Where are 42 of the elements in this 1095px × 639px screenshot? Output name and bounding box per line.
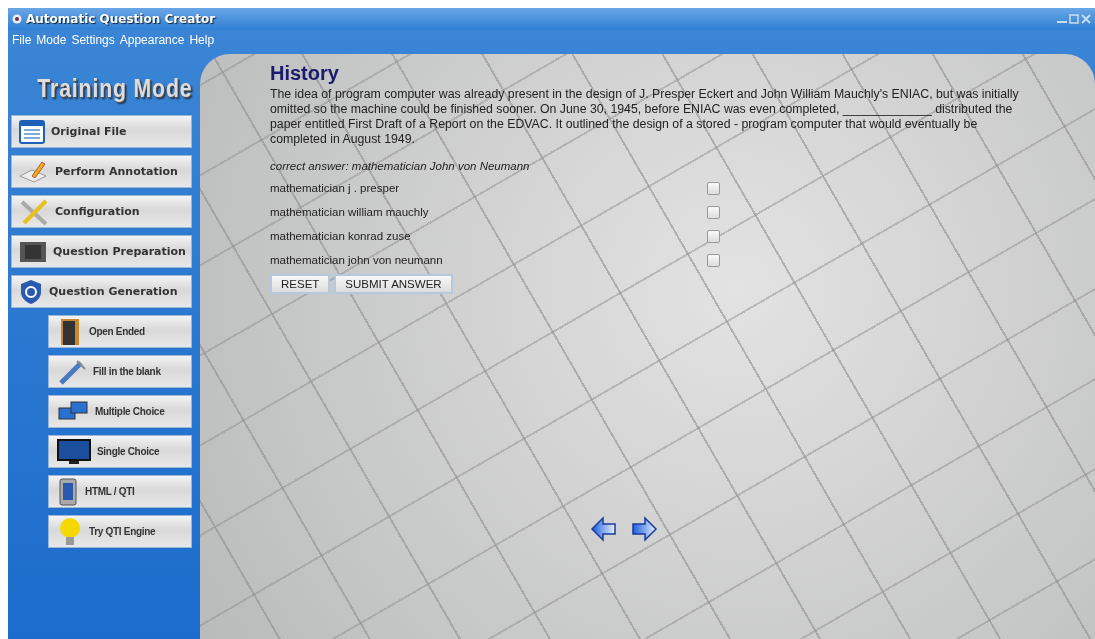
- window-title: Automatic Question Creator: [26, 12, 216, 26]
- question-text: The idea of program computer was already present in the design of J. Presper Eckert and John William Mauchly's ENIAC, but was initially omitted so the machine could be finished sooner. On June 30, 1945, before ENIAC was even completed, _____________ distributed the paper entitled First Draft of a Report on the EDVAC. It outlined the design of a stored - program computer that would eventually be completed in August 1949.: [270, 87, 1020, 147]
- sidebar-button[interactable]: Question Preparation: [11, 235, 192, 268]
- menu-item[interactable]: Mode: [36, 33, 67, 47]
- sidebar-button[interactable]: Single Choice: [48, 435, 192, 468]
- question-title: History: [270, 62, 340, 85]
- answer-checkbox[interactable]: [707, 205, 720, 219]
- answer-checkbox[interactable]: [707, 229, 720, 243]
- document-icon: [18, 118, 46, 145]
- tools-icon: [18, 197, 50, 226]
- menu-item[interactable]: Help: [189, 33, 215, 47]
- sidebar-button[interactable]: Multiple Choice: [48, 395, 192, 428]
- phone-icon: [57, 477, 79, 506]
- correct-answer-text: correct answer: mathematician John von Neumann: [270, 160, 531, 172]
- reset-button[interactable]: RESET: [270, 274, 331, 294]
- previous-arrow-icon[interactable]: [590, 516, 618, 542]
- sidebar-button[interactable]: Original File: [11, 115, 192, 148]
- answer-option: mathematician konrad zuse: [270, 230, 411, 242]
- answer-option: mathematician john von neumann: [270, 254, 443, 266]
- submit-button[interactable]: SUBMIT ANSWER: [334, 274, 453, 294]
- menu-item[interactable]: File: [12, 33, 32, 47]
- sidebar-button[interactable]: Configuration: [11, 195, 192, 228]
- sidebar-button[interactable]: Fill in the blank: [48, 355, 192, 388]
- sidebar-button[interactable]: Question Generation: [11, 275, 192, 308]
- answer-option: mathematician j . presper: [270, 182, 400, 194]
- answer-option: mathematician william mauchly: [270, 206, 429, 218]
- app-icon: [12, 14, 22, 24]
- answer-checkbox[interactable]: [707, 253, 720, 267]
- mode-heading: Training Mode: [36, 74, 192, 103]
- close-icon[interactable]: [1081, 14, 1091, 24]
- light-bulb-icon: [57, 516, 83, 547]
- next-arrow-icon[interactable]: [630, 516, 658, 542]
- sidebar-button[interactable]: HTML / QTI: [48, 475, 192, 508]
- sidebar-button[interactable]: Open Ended: [48, 315, 192, 348]
- menu-item[interactable]: Settings: [71, 33, 115, 47]
- monitor-icon: [57, 437, 91, 466]
- menu-item[interactable]: Appearance: [119, 33, 185, 47]
- sidebar-button[interactable]: Perform Annotation: [11, 155, 192, 188]
- sidebar-button[interactable]: Try QTI Engine: [48, 515, 192, 548]
- help-shield-icon: [18, 278, 44, 305]
- answer-checkbox[interactable]: [707, 181, 720, 195]
- maximize-icon[interactable]: [1069, 14, 1079, 24]
